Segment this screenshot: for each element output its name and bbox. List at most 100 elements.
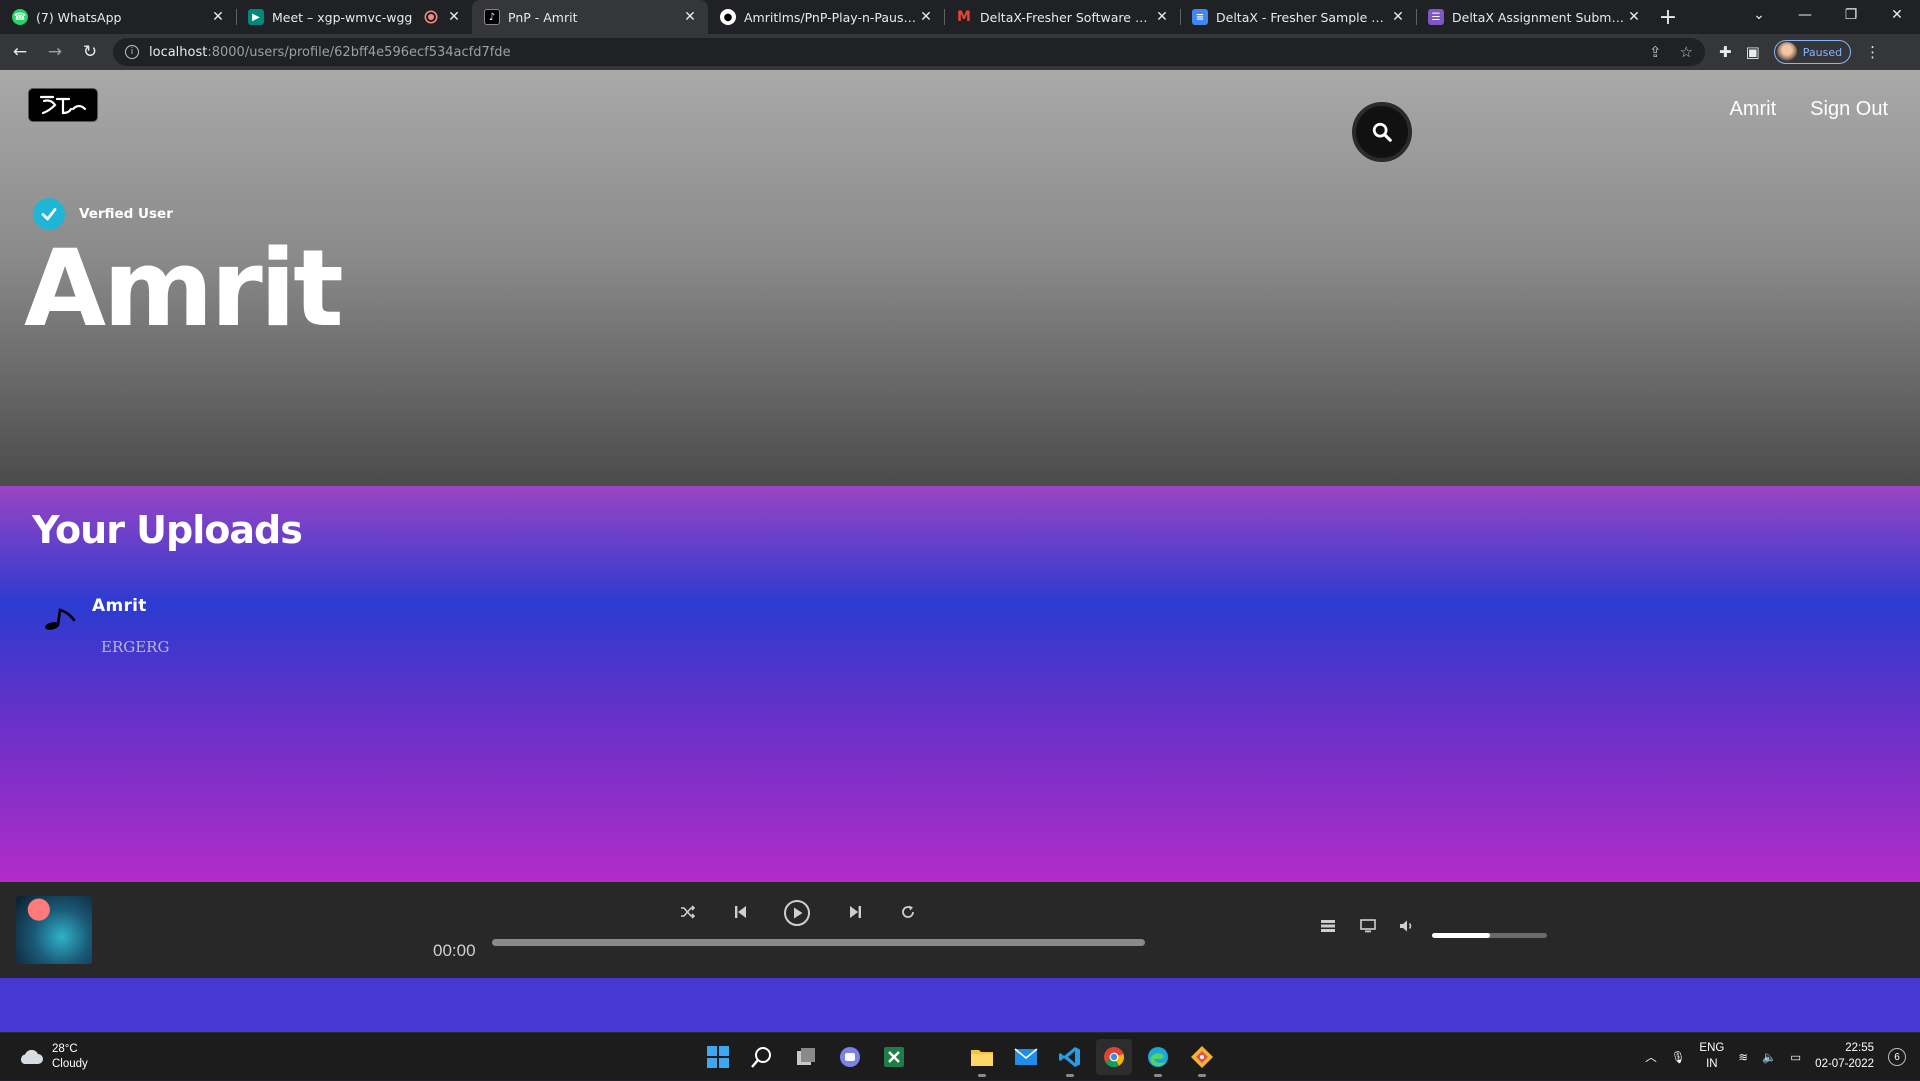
url-path: :8000/users/profile/62bff4e596ecf534acfd…	[207, 44, 511, 60]
weather-temp: 28°C	[52, 1043, 78, 1055]
tab-forms[interactable]: ☰ DeltaX Assignment Submission ✕	[1416, 0, 1652, 34]
profile-button[interactable]: Paused	[1773, 40, 1852, 64]
site-logo[interactable]	[28, 88, 98, 122]
wifi-icon[interactable]: ≋	[1738, 1050, 1748, 1064]
reload-button[interactable]: ↻	[75, 37, 105, 67]
search-icon	[1372, 122, 1392, 142]
weather-desc: Cloudy	[52, 1057, 88, 1070]
share-icon[interactable]: ⇪	[1649, 43, 1662, 61]
url-host: localhost	[149, 44, 208, 60]
task-view-button[interactable]	[788, 1039, 824, 1075]
search-button[interactable]	[1352, 102, 1412, 162]
next-track-icon[interactable]	[845, 902, 865, 922]
clock[interactable]: 22:55 02-07-2022	[1815, 1041, 1874, 1072]
language-code: ENG	[1699, 1042, 1725, 1055]
close-window-button[interactable]: ✕	[1874, 0, 1920, 30]
user-profile-link[interactable]: Amrit	[1730, 98, 1777, 121]
repeat-icon[interactable]	[898, 902, 918, 922]
teams-chat-button[interactable]	[832, 1039, 868, 1075]
clock-time: 22:55	[1845, 1042, 1874, 1055]
tab-docs[interactable]: ≡ DeltaX - Fresher Sample App - S ✕	[1180, 0, 1416, 34]
shuffle-icon[interactable]	[678, 902, 698, 922]
folder-icon	[971, 1050, 993, 1066]
task-view-icon	[797, 1048, 815, 1065]
excel-button[interactable]	[876, 1039, 912, 1075]
weather-widget[interactable]: 28°C Cloudy	[18, 1042, 88, 1072]
volume-slider[interactable]	[1432, 933, 1547, 938]
tab-title: PnP - Amrit	[508, 9, 578, 25]
tab-title: DeltaX-Fresher Software Engine	[980, 9, 1154, 25]
close-tab-icon[interactable]: ✕	[1626, 9, 1642, 25]
tab-github[interactable]: ● Amritlms/PnP-Play-n-Pause-: It a ✕	[708, 0, 944, 34]
search-taskbar-button[interactable]	[744, 1039, 780, 1075]
recording-icon	[426, 12, 436, 22]
queue-icon[interactable]	[1318, 916, 1338, 936]
github-icon: ●	[720, 9, 736, 25]
chrome-button[interactable]	[1096, 1039, 1132, 1075]
top-nav: Amrit Sign Out	[1730, 98, 1889, 121]
tab-meet[interactable]: ▶ Meet – xgp-wmvc-wgg ✕	[236, 0, 472, 34]
tab-pnp[interactable]: ♪ PnP - Amrit ✕	[472, 0, 708, 34]
notification-count[interactable]: 6	[1888, 1048, 1906, 1066]
tab-title: Amritlms/PnP-Play-n-Pause-: It a	[744, 9, 918, 25]
close-tab-icon[interactable]: ✕	[1154, 9, 1170, 25]
vscode-icon	[1059, 1047, 1080, 1067]
excel-icon	[884, 1047, 904, 1067]
system-tray: ︿ 🎙 ENG IN ≋ 🔈 ▭ 22:55 02-07-2022 6	[1645, 1033, 1906, 1081]
track-subtitle: ERGERG	[101, 638, 170, 656]
track-title[interactable]: Amrit	[92, 596, 147, 616]
progress-bar[interactable]	[492, 939, 1145, 946]
sign-out-link[interactable]: Sign Out	[1810, 98, 1888, 121]
meet-icon: ▶	[248, 9, 264, 25]
file-explorer-button[interactable]	[964, 1039, 1000, 1077]
uploads-section: Your Uploads Amrit ERGERG	[0, 486, 1920, 882]
forward-button[interactable]: →	[40, 37, 70, 67]
tab-search-icon[interactable]: ⌄	[1736, 0, 1782, 30]
music-player: 00:00	[0, 882, 1920, 978]
speaker-icon[interactable]: 🔈	[1762, 1050, 1776, 1064]
mail-icon	[1014, 1048, 1038, 1065]
close-tab-icon[interactable]: ✕	[446, 9, 462, 25]
page-content: Amrit Sign Out Verfied User Amrit Your U…	[0, 70, 1920, 1032]
language-indicator[interactable]: ENG IN	[1699, 1041, 1724, 1072]
language-region: IN	[1706, 1058, 1718, 1070]
device-icon[interactable]	[1358, 916, 1378, 936]
mail-button[interactable]	[1008, 1039, 1044, 1075]
start-button[interactable]	[700, 1039, 736, 1075]
minimize-button[interactable]: —	[1782, 0, 1828, 30]
edge-icon	[1148, 1047, 1168, 1067]
vscode-button[interactable]	[1052, 1039, 1088, 1077]
new-tab-button[interactable]: +	[1652, 0, 1684, 34]
previous-track-icon[interactable]	[731, 902, 751, 922]
play-button[interactable]	[782, 898, 812, 928]
volume-icon[interactable]	[1397, 916, 1417, 936]
git-tool-button[interactable]	[1184, 1039, 1220, 1077]
address-bar[interactable]: i localhost:8000/users/profile/62bff4e59…	[113, 38, 1705, 66]
close-tab-icon[interactable]: ✕	[1390, 9, 1406, 25]
gmail-icon: M	[957, 9, 971, 25]
taskbar-spacer	[920, 1039, 956, 1075]
tab-whatsapp[interactable]: ☎ (7) WhatsApp ✕	[0, 0, 236, 34]
bookmark-star-icon[interactable]: ☆	[1680, 43, 1693, 61]
clock-date: 02-07-2022	[1815, 1058, 1874, 1070]
microphone-icon[interactable]: 🎙	[1671, 1050, 1686, 1064]
restore-button[interactable]: ❐	[1828, 0, 1874, 30]
close-tab-icon[interactable]: ✕	[210, 9, 226, 25]
tab-gmail[interactable]: M DeltaX-Fresher Software Engine ✕	[944, 0, 1180, 34]
close-tab-icon[interactable]: ✕	[918, 9, 934, 25]
uploads-heading: Your Uploads	[32, 508, 303, 552]
menu-icon[interactable]: ⋮	[1865, 43, 1880, 61]
close-tab-icon[interactable]: ✕	[682, 9, 698, 25]
battery-icon[interactable]: ▭	[1790, 1050, 1801, 1064]
extensions-icon[interactable]: ✚	[1719, 43, 1732, 61]
browser-toolbar: ← → ↻ i localhost:8000/users/profile/62b…	[0, 34, 1920, 70]
window-controls: ⌄ — ❐ ✕	[1736, 0, 1920, 30]
back-button[interactable]: ←	[5, 37, 35, 67]
elapsed-time: 00:00	[433, 941, 476, 960]
side-panel-icon[interactable]: ▣	[1746, 43, 1760, 61]
edge-button[interactable]	[1140, 1039, 1176, 1077]
chevron-up-icon[interactable]: ︿	[1645, 1049, 1657, 1065]
search-icon	[751, 1047, 771, 1068]
whatsapp-icon: ☎	[12, 9, 28, 25]
site-info-icon[interactable]: i	[125, 45, 139, 59]
